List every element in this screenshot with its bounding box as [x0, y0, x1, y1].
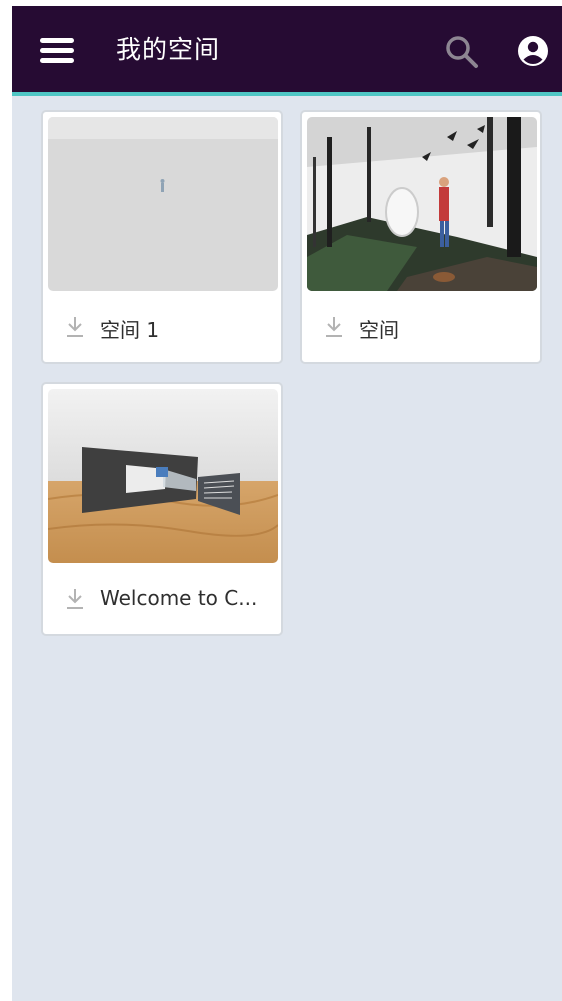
app-screen: 我的空间 空间 1 空间 Welcome to C...	[12, 6, 562, 1001]
menu-icon-bar	[40, 58, 74, 63]
top-app-bar: 我的空间	[12, 6, 562, 96]
menu-icon-bar	[40, 38, 74, 43]
room-card[interactable]: 空间	[300, 110, 542, 364]
menu-button[interactable]	[40, 36, 76, 66]
room-card[interactable]: 空间 1	[41, 110, 283, 364]
room-name: 空间	[359, 318, 399, 342]
account-button[interactable]	[516, 34, 550, 68]
room-thumbnail	[48, 389, 278, 563]
account-icon	[518, 36, 548, 66]
download-icon[interactable]	[324, 316, 344, 338]
room-name: Welcome to C...	[100, 586, 258, 610]
menu-icon-bar	[40, 48, 74, 53]
download-icon[interactable]	[65, 316, 85, 338]
room-card-footer: Welcome to C...	[43, 564, 281, 634]
download-icon[interactable]	[65, 588, 85, 610]
search-button[interactable]	[442, 32, 482, 72]
room-card-footer: 空间	[302, 292, 540, 362]
room-card-footer: 空间 1	[43, 292, 281, 362]
search-icon	[446, 36, 478, 68]
room-card[interactable]: Welcome to C...	[41, 382, 283, 636]
room-thumbnail	[48, 117, 278, 291]
room-name: 空间 1	[100, 318, 160, 342]
page-title: 我的空间	[116, 35, 221, 64]
room-thumbnail	[307, 117, 537, 291]
